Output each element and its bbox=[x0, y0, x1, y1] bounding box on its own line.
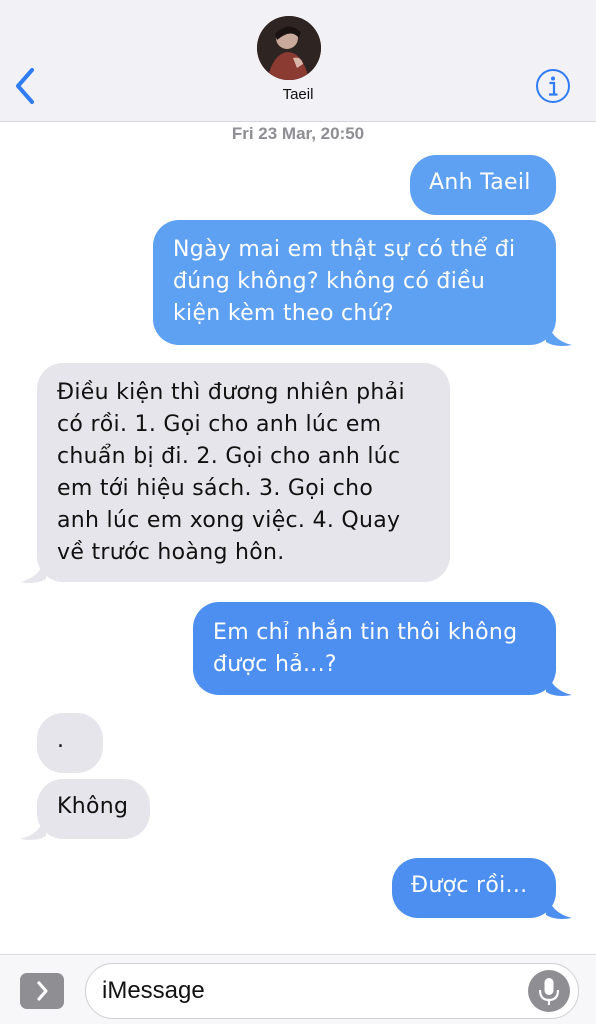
message-line: kiện kèm theo chứ? bbox=[173, 301, 394, 326]
bubble-tail bbox=[20, 555, 46, 583]
info-button[interactable] bbox=[535, 68, 571, 104]
message-text: . bbox=[57, 728, 65, 753]
bubble-tail bbox=[546, 891, 572, 919]
message-input[interactable]: iMessage bbox=[85, 963, 579, 1019]
message-text: Không bbox=[57, 794, 129, 819]
microphone-icon bbox=[538, 978, 560, 1005]
message-line: anh lúc em xong việc. 4. Quay bbox=[57, 508, 401, 533]
contact-name[interactable]: Taeil bbox=[0, 86, 596, 103]
incoming-message[interactable]: Không bbox=[37, 779, 150, 839]
message-line: đúng không? không có điều bbox=[173, 269, 486, 294]
avatar-portrait-icon bbox=[257, 16, 321, 80]
message-text: Được rồi... bbox=[411, 873, 528, 898]
incoming-message[interactable]: Điều kiện thì đương nhiên phải có rồi. 1… bbox=[37, 363, 450, 582]
microphone-button[interactable] bbox=[528, 970, 570, 1012]
message-input-bar: iMessage bbox=[0, 954, 596, 1024]
message-line: Em chỉ nhắn tin thôi không bbox=[213, 620, 518, 645]
message-text: Anh Taeil bbox=[429, 170, 531, 195]
outgoing-message[interactable]: Được rồi... bbox=[392, 858, 556, 918]
bubble-tail bbox=[20, 812, 46, 840]
conversation-header: Taeil bbox=[0, 0, 596, 122]
bubble-tail bbox=[546, 668, 572, 696]
message-line: Điều kiện thì đương nhiên phải bbox=[57, 380, 405, 405]
outgoing-message[interactable]: Anh Taeil bbox=[410, 155, 556, 215]
avatar[interactable] bbox=[257, 16, 321, 80]
message-line: Ngày mai em thật sự có thể đi bbox=[173, 237, 516, 262]
message-line: về trước hoàng hôn. bbox=[57, 540, 285, 565]
incoming-message[interactable]: . bbox=[37, 713, 103, 773]
message-input-placeholder: iMessage bbox=[102, 977, 205, 1004]
message-line: có rồi. 1. Gọi cho anh lúc em bbox=[57, 412, 382, 437]
outgoing-message[interactable]: Em chỉ nhắn tin thôi không được hả...? bbox=[193, 602, 556, 695]
bubble-tail bbox=[546, 318, 572, 346]
message-line: em tới hiệu sách. 3. Gọi cho bbox=[57, 476, 374, 501]
message-timestamp: Fri 23 Mar, 20:50 bbox=[231, 124, 365, 143]
apps-button[interactable] bbox=[20, 973, 64, 1009]
info-circle-icon bbox=[536, 69, 570, 103]
messages-screen: Taeil Fri 23 Mar, 20:50 Anh Taeil Ngày m… bbox=[0, 0, 596, 1024]
chevron-right-icon bbox=[37, 981, 48, 1001]
outgoing-message[interactable]: Ngày mai em thật sự có thể đi đúng không… bbox=[153, 220, 556, 345]
message-line: chuẩn bị đi. 2. Gọi cho anh lúc bbox=[57, 444, 401, 469]
message-line: được hả...? bbox=[213, 652, 337, 677]
